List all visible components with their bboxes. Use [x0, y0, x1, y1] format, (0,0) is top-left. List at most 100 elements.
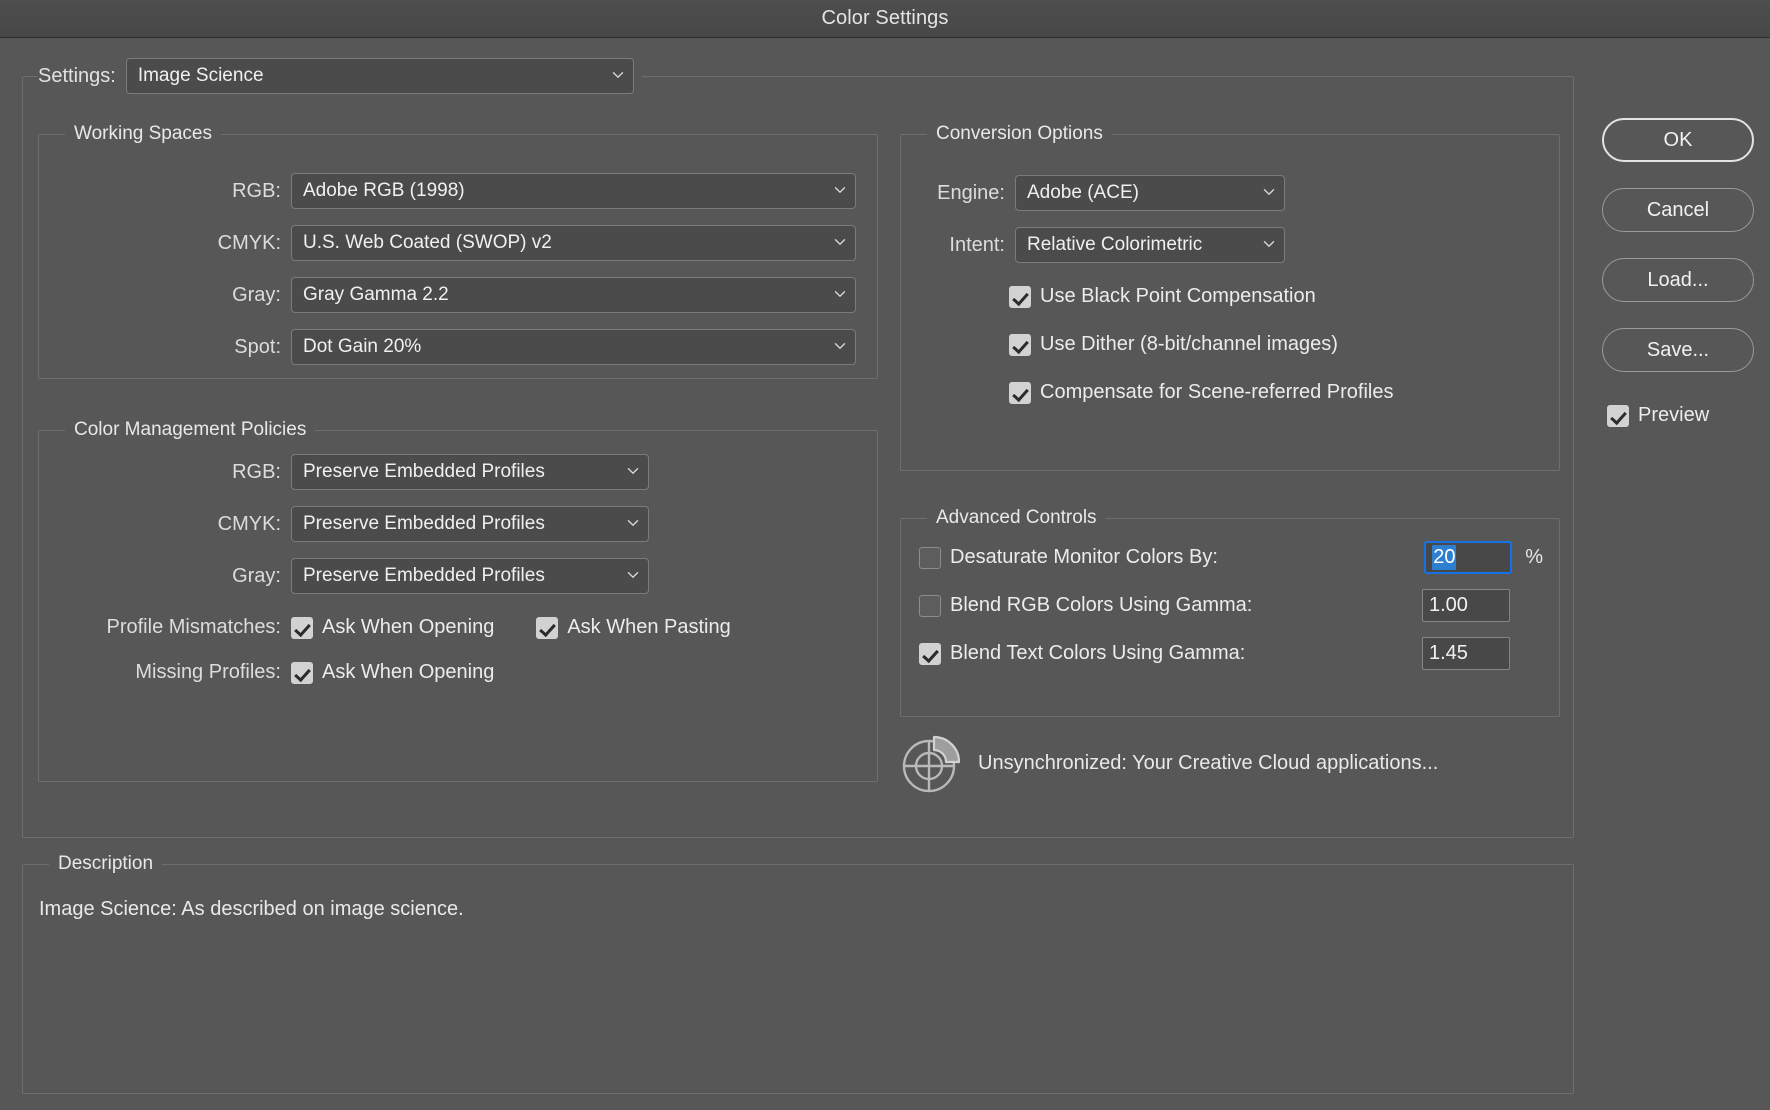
- checkbox-checked-icon: [536, 617, 558, 639]
- load-button[interactable]: Load...: [1602, 258, 1754, 302]
- color-settings-dialog: Settings: Image Science Working Spaces R…: [0, 38, 1770, 1110]
- working-space-gray-label: Gray:: [39, 284, 281, 307]
- advanced-controls-group: Advanced Controls Desaturate Monitor Col…: [900, 518, 1560, 717]
- desaturate-monitor-colors-label: Desaturate Monitor Colors By:: [950, 546, 1218, 569]
- load-button-label: Load...: [1647, 269, 1708, 292]
- chevron-down-icon: [627, 465, 639, 477]
- working-space-spot-value: Dot Gain 20%: [303, 336, 421, 358]
- blend-text-colors-checkbox[interactable]: Blend Text Colors Using Gamma:: [919, 642, 1245, 665]
- policy-rgb-select[interactable]: Preserve Embedded Profiles: [291, 454, 649, 490]
- working-space-spot-select[interactable]: Dot Gain 20%: [291, 329, 856, 365]
- policy-gray-value: Preserve Embedded Profiles: [303, 565, 545, 587]
- black-point-compensation-checkbox[interactable]: Use Black Point Compensation: [1009, 285, 1316, 308]
- desaturate-percent-unit: %: [1525, 546, 1543, 569]
- policy-cmyk-label: CMYK:: [39, 513, 281, 536]
- use-dither-label: Use Dither (8-bit/channel images): [1040, 333, 1338, 356]
- checkbox-checked-icon: [1607, 405, 1629, 427]
- working-space-cmyk-select[interactable]: U.S. Web Coated (SWOP) v2: [291, 225, 856, 261]
- desaturate-monitor-colors-checkbox[interactable]: Desaturate Monitor Colors By:: [919, 546, 1218, 569]
- working-space-rgb-row: RGB: Adobe RGB (1998): [39, 173, 877, 209]
- missing-profiles-row: Missing Profiles: Ask When Opening: [39, 661, 494, 684]
- compensate-scene-referred-checkbox[interactable]: Compensate for Scene-referred Profiles: [1009, 381, 1394, 404]
- color-management-policies-group: Color Management Policies RGB: Preserve …: [38, 430, 878, 782]
- color-management-policies-title: Color Management Policies: [65, 419, 315, 441]
- checkbox-checked-icon: [1009, 286, 1031, 308]
- profile-mismatches-label: Profile Mismatches:: [39, 616, 281, 639]
- blend-text-gamma-value: 1.45: [1429, 642, 1468, 665]
- working-space-gray-select[interactable]: Gray Gamma 2.2: [291, 277, 856, 313]
- conversion-options-title: Conversion Options: [927, 123, 1112, 145]
- chevron-down-icon: [834, 340, 846, 352]
- blend-rgb-gamma-value: 1.00: [1429, 594, 1468, 617]
- settings-preset-select[interactable]: Image Science: [126, 58, 634, 94]
- ok-button-label: OK: [1664, 129, 1693, 152]
- checkbox-unchecked-icon: [919, 547, 941, 569]
- working-space-cmyk-value: U.S. Web Coated (SWOP) v2: [303, 232, 552, 254]
- profile-mismatches-ask-when-opening-checkbox[interactable]: Ask When Opening: [291, 616, 494, 639]
- conversion-intent-value: Relative Colorimetric: [1027, 234, 1202, 256]
- profile-mismatches-row: Profile Mismatches: Ask When Opening Ask…: [39, 616, 731, 639]
- ok-button[interactable]: OK: [1602, 118, 1754, 162]
- chevron-down-icon: [1263, 186, 1275, 198]
- profile-mismatches-ask-when-pasting-checkbox[interactable]: Ask When Pasting: [536, 616, 730, 639]
- blend-text-gamma-input[interactable]: 1.45: [1422, 637, 1510, 670]
- conversion-options-group: Conversion Options Engine: Adobe (ACE) I…: [900, 134, 1560, 471]
- preview-label: Preview: [1638, 404, 1709, 427]
- working-space-gray-value: Gray Gamma 2.2: [303, 284, 449, 306]
- policy-cmyk-row: CMYK: Preserve Embedded Profiles: [39, 506, 649, 542]
- desaturate-monitor-colors-input[interactable]: 20: [1424, 541, 1512, 574]
- missing-profiles-ask-when-opening-checkbox[interactable]: Ask When Opening: [291, 661, 494, 684]
- blend-rgb-colors-checkbox[interactable]: Blend RGB Colors Using Gamma:: [919, 594, 1252, 617]
- window-titlebar: Color Settings: [0, 0, 1770, 38]
- policy-rgb-value: Preserve Embedded Profiles: [303, 461, 545, 483]
- blend-text-colors-label: Blend Text Colors Using Gamma:: [950, 642, 1245, 665]
- policy-cmyk-select[interactable]: Preserve Embedded Profiles: [291, 506, 649, 542]
- conversion-engine-label: Engine:: [901, 182, 1005, 205]
- save-button[interactable]: Save...: [1602, 328, 1754, 372]
- chevron-down-icon: [834, 184, 846, 196]
- description-group: Description Image Science: As described …: [22, 864, 1574, 1094]
- chevron-down-icon: [1263, 238, 1275, 250]
- working-space-spot-label: Spot:: [39, 336, 281, 359]
- checkbox-checked-icon: [1009, 334, 1031, 356]
- description-title: Description: [49, 853, 162, 875]
- working-space-rgb-label: RGB:: [39, 180, 281, 203]
- save-button-label: Save...: [1647, 339, 1709, 362]
- checkbox-checked-icon: [1009, 382, 1031, 404]
- policy-rgb-label: RGB:: [39, 461, 281, 484]
- working-space-rgb-value: Adobe RGB (1998): [303, 180, 465, 202]
- chevron-down-icon: [627, 569, 639, 581]
- chevron-down-icon: [834, 236, 846, 248]
- conversion-intent-select[interactable]: Relative Colorimetric: [1015, 227, 1285, 263]
- blend-rgb-gamma-input[interactable]: 1.00: [1422, 589, 1510, 622]
- conversion-engine-select[interactable]: Adobe (ACE): [1015, 175, 1285, 211]
- working-space-rgb-select[interactable]: Adobe RGB (1998): [291, 173, 856, 209]
- use-dither-checkbox[interactable]: Use Dither (8-bit/channel images): [1009, 333, 1338, 356]
- conversion-engine-row: Engine: Adobe (ACE): [901, 175, 1285, 211]
- advanced-controls-title: Advanced Controls: [927, 507, 1106, 529]
- preview-checkbox[interactable]: Preview: [1607, 404, 1709, 427]
- compensate-scene-referred-row: Compensate for Scene-referred Profiles: [1009, 381, 1394, 404]
- working-space-gray-row: Gray: Gray Gamma 2.2: [39, 277, 877, 313]
- desaturate-monitor-colors-value: 20: [1432, 545, 1456, 570]
- black-point-compensation-row: Use Black Point Compensation: [1009, 285, 1316, 308]
- use-dither-row: Use Dither (8-bit/channel images): [1009, 333, 1338, 356]
- black-point-compensation-label: Use Black Point Compensation: [1040, 285, 1316, 308]
- checkbox-unchecked-icon: [919, 595, 941, 617]
- description-text: Image Science: As described on image sci…: [39, 898, 464, 921]
- working-space-cmyk-label: CMYK:: [39, 232, 281, 255]
- policy-gray-select[interactable]: Preserve Embedded Profiles: [291, 558, 649, 594]
- desaturate-monitor-colors-row: Desaturate Monitor Colors By: 20 %: [919, 541, 1543, 574]
- missing-profiles-label: Missing Profiles:: [39, 661, 281, 684]
- policy-gray-row: Gray: Preserve Embedded Profiles: [39, 558, 649, 594]
- profile-mismatches-ask-when-opening-label: Ask When Opening: [322, 616, 494, 639]
- checkbox-checked-icon: [291, 662, 313, 684]
- policy-gray-label: Gray:: [39, 565, 281, 588]
- conversion-intent-label: Intent:: [901, 234, 1005, 257]
- checkbox-checked-icon: [291, 617, 313, 639]
- chevron-down-icon: [627, 517, 639, 529]
- chevron-down-icon: [834, 288, 846, 300]
- profile-mismatches-ask-when-pasting-label: Ask When Pasting: [567, 616, 730, 639]
- color-wheel-icon: [900, 732, 962, 794]
- cancel-button[interactable]: Cancel: [1602, 188, 1754, 232]
